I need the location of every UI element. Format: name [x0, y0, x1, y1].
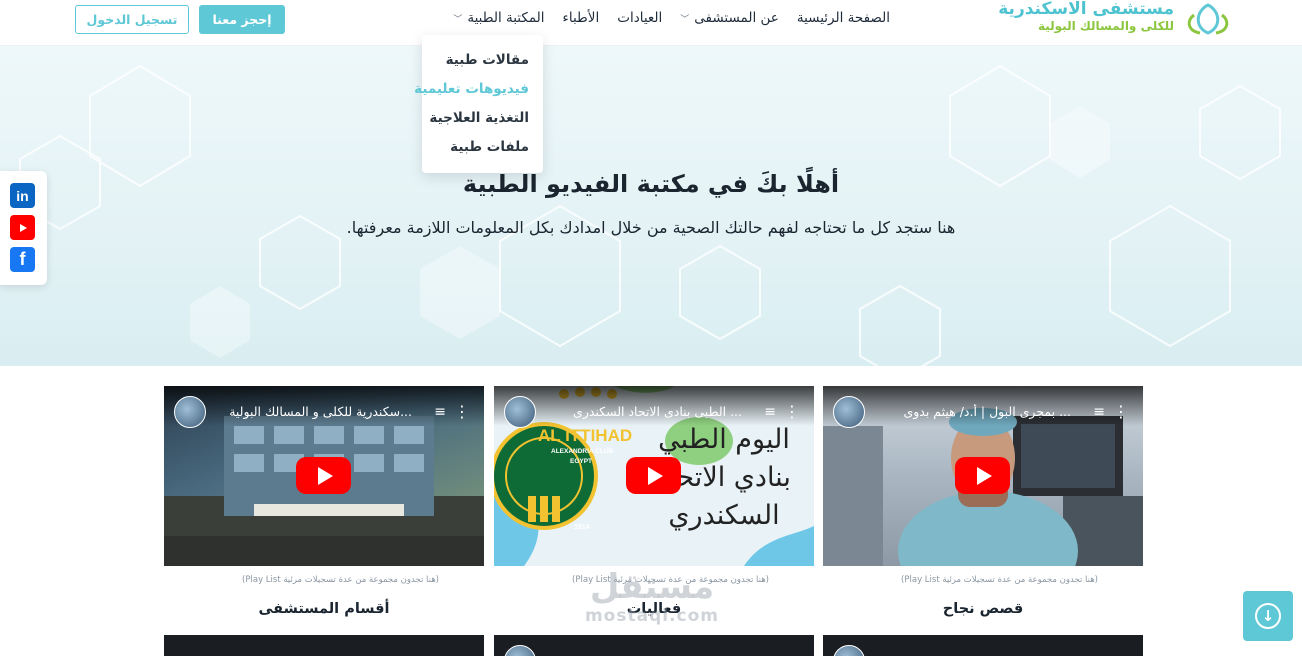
chevron-down-icon: ﹀: [680, 14, 690, 25]
logo-title: مستشفى الاسكندرية: [998, 0, 1174, 20]
site-header: مستشفى الاسكندرية للكلى والمسالك البولية…: [0, 0, 1302, 46]
site-logo[interactable]: مستشفى الاسكندرية للكلى والمسالك البولية: [998, 0, 1234, 42]
nav-about[interactable]: عن المستشفى ﹀: [680, 10, 779, 26]
play-button[interactable]: [955, 457, 1010, 494]
playlist-note: (هنا تجدون مجموعة من عدة تسجيلات مرئية P…: [242, 575, 439, 585]
video-thumbnail-row2[interactable]: [494, 635, 814, 656]
chevron-down-icon: ﹀: [453, 14, 463, 25]
medical-library-dropdown: مقالات طبية فيديوهات تعليمية التغذية الع…: [414, 35, 543, 173]
video-title[interactable]: ...سكندرية للكلى و المسالك البولية: [212, 404, 412, 419]
video-thumbnail[interactable]: ... بمجرى البول | أ.د/ هيثم بدوى ≡ ⋮: [823, 386, 1143, 566]
main-nav: الصفحة الرئيسية عن المستشفى ﹀ العيادات ا…: [453, 8, 890, 28]
hero-title: أهلًا بكَ في مكتبة الفيديو الطبية: [462, 170, 840, 198]
nav-doctors[interactable]: الأطباء: [563, 10, 600, 26]
playlist-icon: ≡: [1093, 404, 1105, 420]
dropdown-item-files[interactable]: ملفات طبية: [422, 137, 529, 166]
login-button[interactable]: تسجيل الدخول: [75, 5, 189, 34]
channel-avatar[interactable]: [504, 396, 536, 428]
channel-avatar[interactable]: [504, 645, 536, 656]
playlist-note: (هنا تجدون مجموعة من عدة تسجيلات مرئية P…: [901, 575, 1098, 585]
nav-doctors-label: الأطباء: [562, 10, 600, 26]
club-name-text: AL ITTIHAD: [538, 426, 633, 445]
video-card-events: AL ITTIHAD ALEXANDRIA CLUB EGYPT 1914 ال…: [494, 386, 814, 617]
club-subtitle-text: ALEXANDRIA CLUB: [551, 448, 614, 455]
video-title[interactable]: ... بمجرى البول | أ.د/ هيثم بدوى: [871, 404, 1071, 419]
play-button[interactable]: [626, 457, 681, 494]
play-button[interactable]: [296, 457, 351, 494]
channel-avatar[interactable]: [833, 645, 865, 656]
play-icon: [977, 466, 992, 485]
logo-subtitle: للكلى والمسالك البولية: [1037, 18, 1174, 33]
more-options-icon[interactable]: ⋮: [1113, 402, 1129, 421]
playlist-icon: ≡: [764, 404, 776, 420]
club-year-text: 1914: [574, 524, 590, 531]
video-card-departments: ...سكندرية للكلى و المسالك البولية ≡ ⋮ (…: [164, 386, 484, 617]
social-sidebar: in f: [0, 171, 47, 285]
book-button[interactable]: إحجز معنا: [199, 5, 285, 34]
more-options-icon[interactable]: ⋮: [784, 402, 800, 421]
playlist-icon: ≡: [434, 404, 446, 420]
video-thumbnail[interactable]: ...سكندرية للكلى و المسالك البولية ≡ ⋮: [164, 386, 484, 566]
nav-medical-library[interactable]: المكتبة الطبية ﹀: [453, 10, 544, 26]
play-icon: [648, 466, 663, 485]
channel-avatar[interactable]: [833, 396, 865, 428]
video-thumbnail-row2[interactable]: [164, 635, 484, 656]
arrow-down-icon: ↓: [1255, 603, 1281, 629]
nav-home-label: الصفحة الرئيسية: [796, 10, 890, 26]
hero-section: أهلًا بكَ في مكتبة الفيديو الطبية هنا ست…: [0, 46, 1302, 366]
dropdown-item-articles[interactable]: مقالات طبية: [422, 50, 529, 79]
nav-about-label: عن المستشفى: [694, 10, 779, 26]
video-thumbnail-row2[interactable]: [823, 635, 1143, 656]
video-card-success-stories: ... بمجرى البول | أ.د/ هيثم بدوى ≡ ⋮ (هن…: [823, 386, 1143, 617]
linkedin-icon[interactable]: in: [10, 183, 35, 208]
card-title[interactable]: أقسام المستشفى: [164, 601, 484, 617]
nav-clinics-label: العيادات: [617, 10, 663, 26]
video-thumbnail[interactable]: AL ITTIHAD ALEXANDRIA CLUB EGYPT 1914 ال…: [494, 386, 814, 566]
video-title[interactable]: ... الطبى بنادى الاتحاد السكندرى: [542, 404, 742, 419]
card-title[interactable]: قصص نجاح: [823, 601, 1143, 617]
dropdown-item-nutrition[interactable]: التغذية العلاجية: [422, 108, 529, 137]
hex-pattern-background: [19, 64, 1281, 366]
card-title[interactable]: فعاليات: [494, 601, 814, 617]
nav-home[interactable]: الصفحة الرئيسية: [797, 10, 890, 26]
more-options-icon[interactable]: ⋮: [454, 402, 470, 421]
nav-medical-library-label: المكتبة الطبية: [467, 10, 545, 26]
play-icon: [318, 466, 333, 485]
facebook-icon[interactable]: f: [10, 247, 35, 272]
youtube-icon[interactable]: [10, 215, 35, 240]
hero-subtitle: هنا ستجد كل ما تحتاجه لفهم حالتك الصحية …: [346, 218, 956, 237]
channel-avatar[interactable]: [174, 396, 206, 428]
logo-mark-icon: [1182, 0, 1234, 37]
playlist-note: (هنا تجدون مجموعة من عدة تسجيلات مرئية P…: [572, 575, 769, 585]
dropdown-item-videos[interactable]: فيديوهات تعليمية: [414, 79, 529, 108]
scroll-down-button[interactable]: ↓: [1243, 591, 1293, 641]
nav-clinics[interactable]: العيادات: [617, 10, 662, 26]
club-country-text: EGYPT: [570, 458, 593, 465]
